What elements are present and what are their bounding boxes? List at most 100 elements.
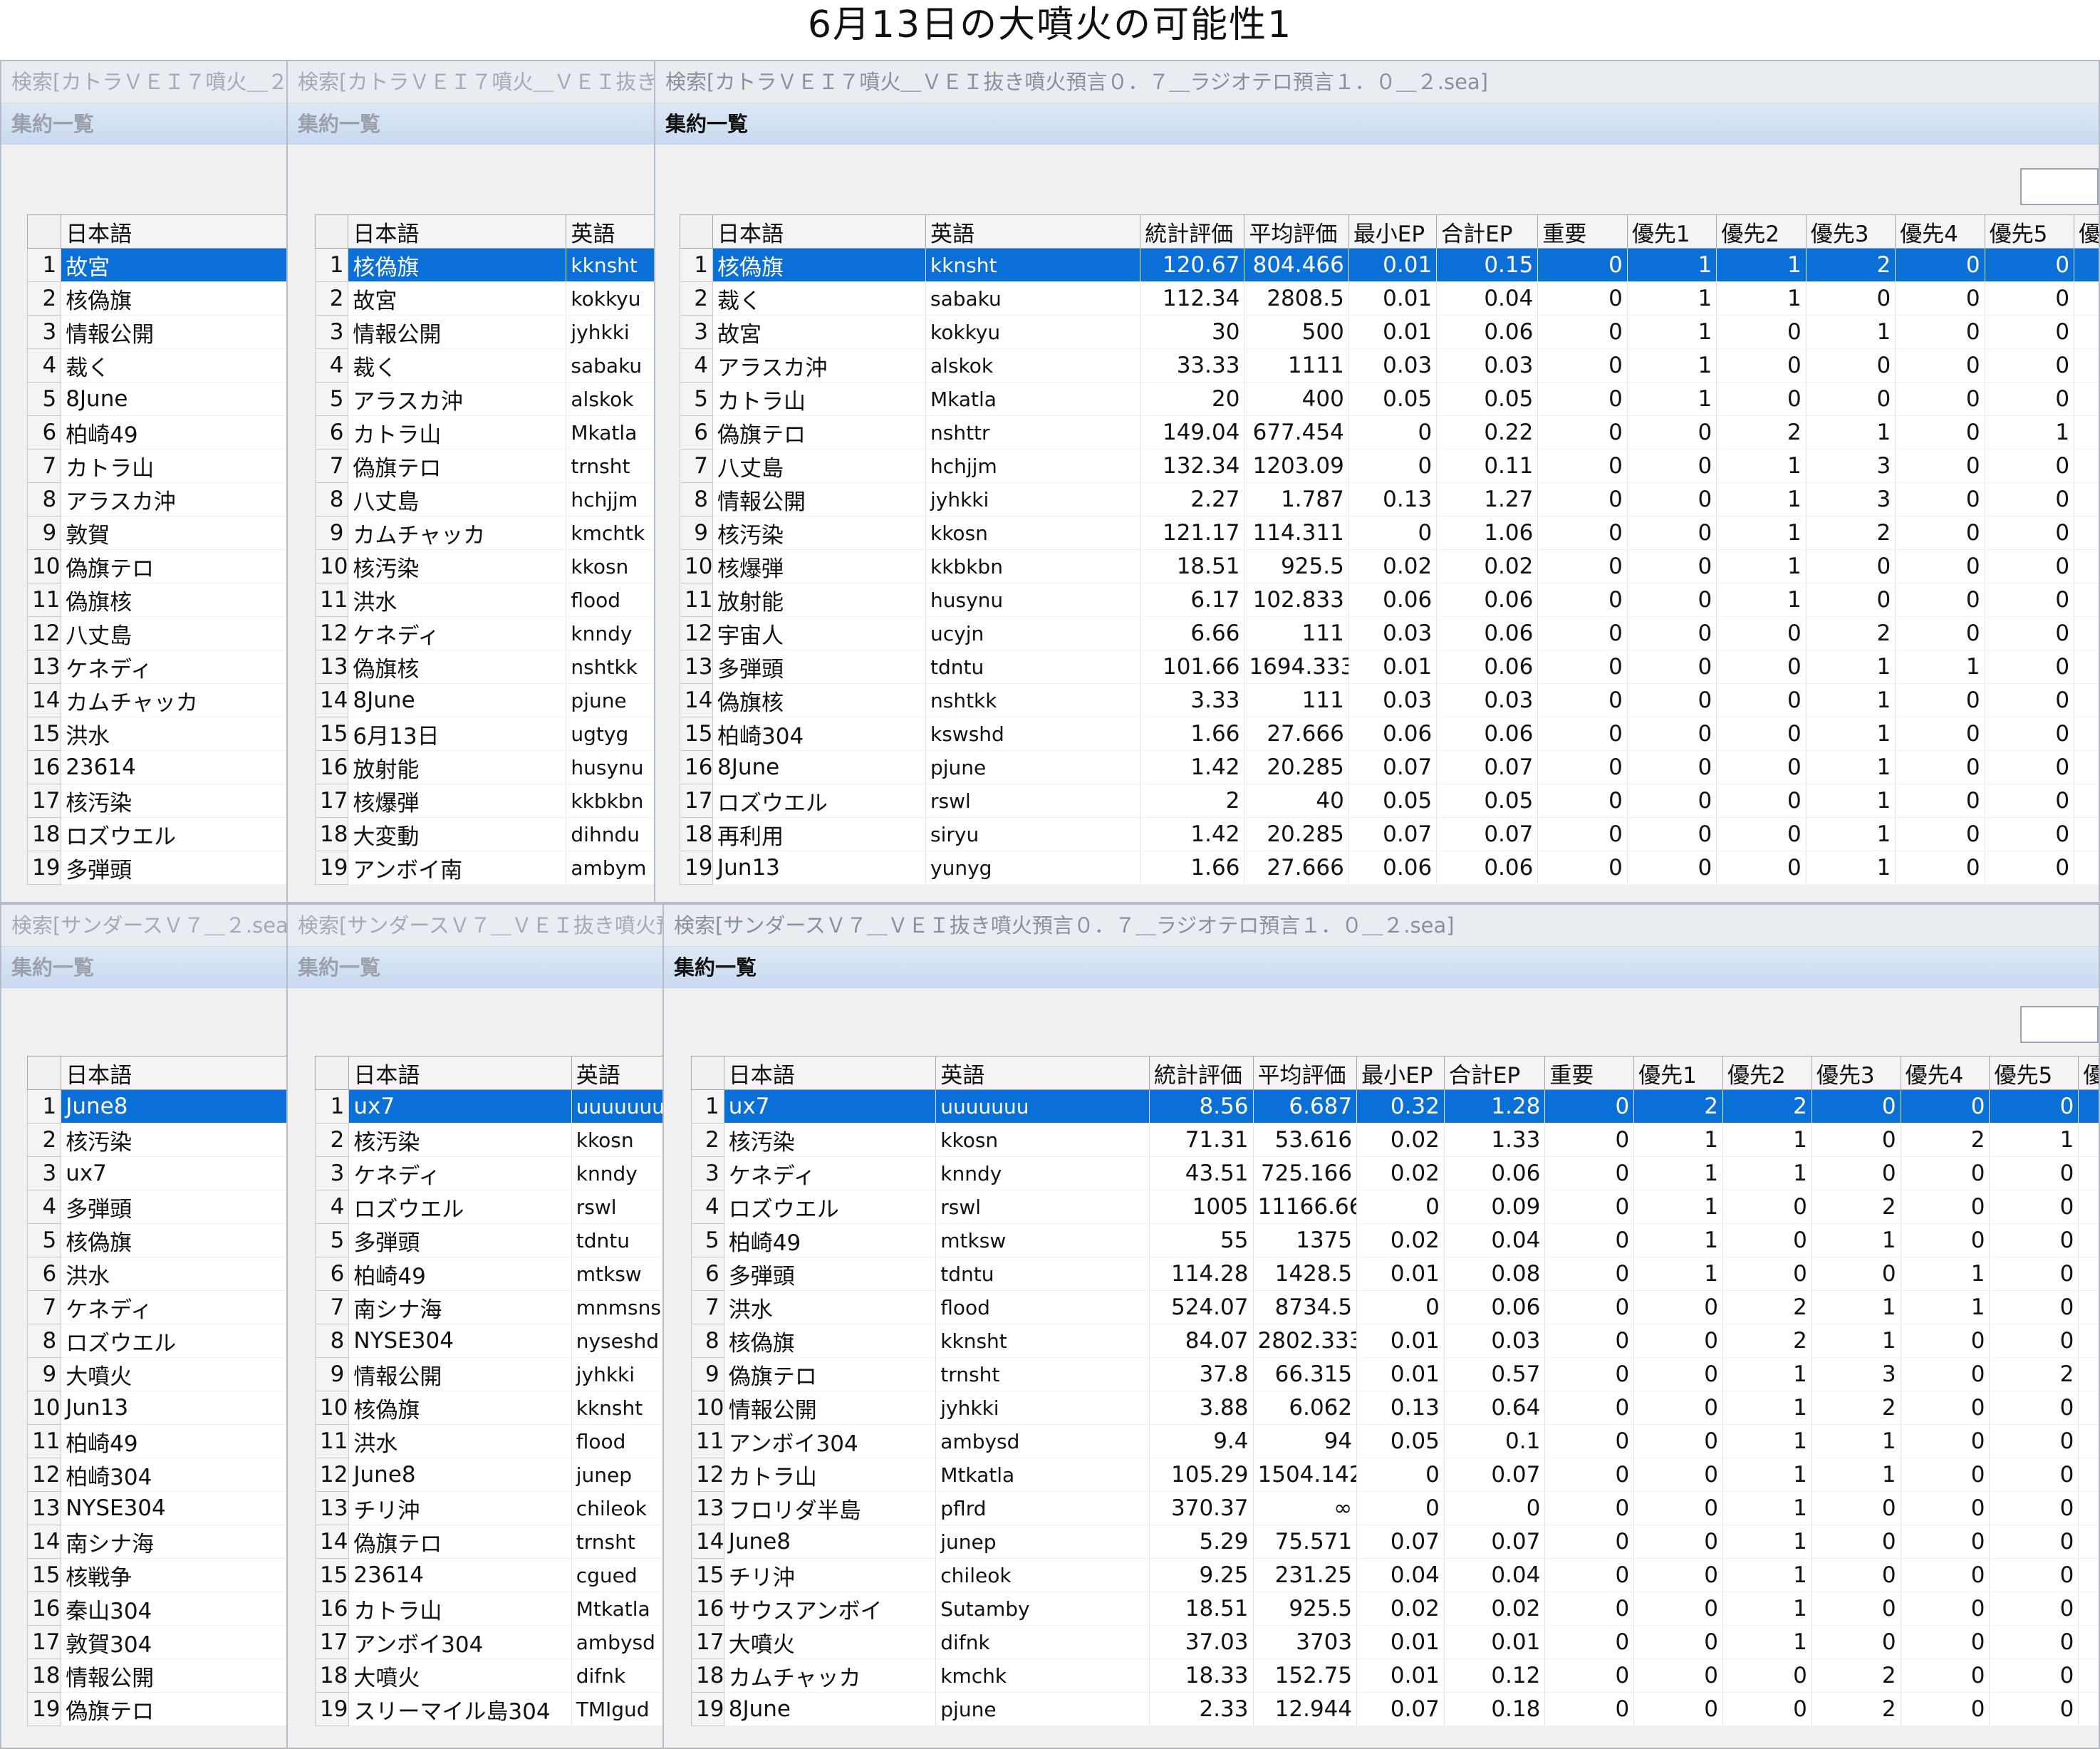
cell-important[interactable]: 0 [1537, 817, 1628, 851]
cell-priority-3[interactable]: 1 [1811, 1324, 1901, 1358]
cell-english[interactable]: husynu [925, 583, 1141, 617]
cell-priority-4[interactable]: 0 [1895, 750, 1985, 784]
cell-important[interactable]: 0 [1544, 1357, 1635, 1391]
cell-english[interactable]: alskok [566, 382, 655, 416]
cell-japanese[interactable]: 敦賀304 [61, 1625, 288, 1659]
cell-japanese[interactable]: 故宮 [61, 248, 288, 282]
cell-avg-score[interactable]: 1504.142 [1253, 1458, 1358, 1492]
table-row[interactable]: 5 核偽旗 [26, 1223, 288, 1257]
cell-min-ep[interactable]: 0.13 [1356, 1391, 1445, 1425]
cell-japanese[interactable]: 核偽旗 [61, 1223, 288, 1257]
cell-english[interactable]: Mkatla [925, 382, 1141, 416]
cell-total-ep[interactable]: 0.06 [1444, 1156, 1546, 1190]
cell-avg-score[interactable]: 102.833 [1244, 583, 1349, 617]
cell-japanese[interactable]: アンボイ304 [724, 1424, 937, 1458]
cell-english[interactable]: kmchtk [566, 516, 655, 550]
cell-japanese[interactable]: チリ沖 [348, 1491, 572, 1525]
cell-english[interactable]: kkosn [571, 1123, 664, 1157]
table-row[interactable]: 12 宇宙人 ucyjn 6.66 111 0.03 0.06 0 0 0 2 0 0 [680, 616, 2099, 650]
cell-japanese[interactable]: 核偽旗 [724, 1324, 937, 1358]
cell-japanese[interactable]: 大噴火 [348, 1659, 572, 1693]
cell-priority-4[interactable]: 0 [1901, 1458, 1990, 1492]
cell-english[interactable]: uuuuuuu [935, 1089, 1150, 1123]
table-row[interactable]: 15 柏崎304 kswshd 1.66 27.666 0.06 0.06 0 0 0 1 0 0 [680, 717, 2099, 751]
column-header-priority-4[interactable]: 優先4 [1895, 214, 1985, 249]
cell-min-ep[interactable]: 0.02 [1356, 1123, 1445, 1157]
cell-japanese[interactable]: 偽旗核 [61, 583, 288, 617]
cell-avg-score[interactable]: 53.616 [1253, 1123, 1358, 1157]
cell-stat-score[interactable]: 37.8 [1149, 1357, 1254, 1391]
cell-japanese[interactable]: 秦山304 [61, 1592, 288, 1626]
cell-priority-4[interactable]: 0 [1895, 549, 1985, 583]
table-row[interactable]: 2 核汚染 kkosn 71.31 53.616 0.02 1.33 0 1 1 0 2 1 [691, 1123, 2099, 1157]
cell-min-ep[interactable]: 0.02 [1356, 1156, 1445, 1190]
cell-english[interactable]: sabaku [566, 348, 655, 383]
cell-important[interactable]: 0 [1537, 717, 1628, 751]
cell-english[interactable]: nshtkk [566, 650, 655, 684]
table-row[interactable]: 1 核偽旗 kknsht [314, 248, 655, 282]
table-row[interactable]: 4 ロズウエル rswl [314, 1190, 664, 1224]
cell-priority-4[interactable]: 0 [1895, 415, 1985, 450]
cell-priority-4[interactable]: 0 [1895, 449, 1985, 483]
cell-priority-1[interactable]: 0 [1633, 1525, 1723, 1559]
cell-english[interactable]: nshtkk [925, 683, 1141, 717]
cell-priority-2[interactable]: 1 [1722, 1458, 1812, 1492]
cell-english[interactable]: tdntu [935, 1257, 1150, 1291]
filter-input[interactable] [2020, 168, 2099, 205]
cell-japanese[interactable]: ロズウエル [712, 784, 926, 818]
cell-japanese[interactable]: ケネディ [724, 1156, 937, 1190]
cell-priority-4[interactable]: 0 [1901, 1223, 1990, 1257]
table-row[interactable]: 15 核戦争 [26, 1558, 288, 1592]
cell-priority-4[interactable]: 2 [1901, 1123, 1990, 1157]
cell-min-ep[interactable]: 0 [1356, 1491, 1445, 1525]
cell-stat-score[interactable]: 6.17 [1140, 583, 1245, 617]
cell-important[interactable]: 0 [1537, 281, 1628, 316]
cell-priority-2[interactable]: 1 [1722, 1391, 1812, 1425]
search-window-katla-left[interactable]: 検索[カトラＶＥＩ７噴火＿２.sea] 集約一覧 日本語1故宮2核偽旗3情報公開… [0, 60, 289, 903]
cell-important[interactable]: 0 [1544, 1625, 1635, 1659]
cell-min-ep[interactable]: 0.01 [1348, 248, 1438, 282]
cell-avg-score[interactable]: 6.062 [1253, 1391, 1358, 1425]
cell-english[interactable]: kokkyu [925, 315, 1141, 349]
table-row[interactable]: 5 多弾頭 tdntu [314, 1223, 664, 1257]
cell-min-ep[interactable]: 0.02 [1356, 1592, 1445, 1626]
cell-priority-5[interactable]: 0 [1985, 750, 2075, 784]
cell-priority-1[interactable]: 1 [1627, 248, 1717, 282]
cell-total-ep[interactable]: 1.06 [1436, 516, 1539, 550]
cell-english[interactable]: kkosn [935, 1123, 1150, 1157]
cell-stat-score[interactable]: 120.67 [1140, 248, 1245, 282]
table-row[interactable]: 7 カトラ山 [26, 449, 288, 483]
cell-priority-4[interactable]: 0 [1901, 1089, 1990, 1123]
cell-priority-4[interactable]: 0 [1901, 1659, 1990, 1693]
cell-priority-2[interactable]: 1 [1722, 1424, 1812, 1458]
cell-important[interactable]: 0 [1544, 1692, 1635, 1726]
cell-priority-3[interactable]: 1 [1811, 1223, 1901, 1257]
cell-japanese[interactable]: フロリダ半島 [724, 1491, 937, 1525]
cell-priority-3[interactable]: 0 [1811, 1089, 1901, 1123]
cell-japanese[interactable]: Jun13 [712, 851, 926, 885]
table-row[interactable]: 18 情報公開 [26, 1659, 288, 1693]
column-header-japanese[interactable]: 日本語 [348, 1056, 572, 1090]
cell-priority-1[interactable]: 0 [1627, 583, 1717, 617]
cell-japanese[interactable]: 柏崎304 [61, 1458, 288, 1492]
cell-priority-4[interactable]: 0 [1895, 851, 1985, 885]
cell-avg-score[interactable]: 27.666 [1244, 851, 1349, 885]
cell-stat-score[interactable]: 37.03 [1149, 1625, 1254, 1659]
cell-english[interactable]: ambym [566, 851, 655, 885]
cell-priority-2[interactable]: 1 [1722, 1558, 1812, 1592]
cell-priority-1[interactable]: 0 [1627, 415, 1717, 450]
cell-priority-1[interactable]: 1 [1627, 281, 1717, 316]
table-row[interactable]: 4 裁く [26, 348, 288, 383]
cell-priority-3[interactable]: 0 [1811, 1558, 1901, 1592]
cell-english[interactable]: kswshd [925, 717, 1141, 751]
cell-avg-score[interactable]: 20.285 [1244, 817, 1349, 851]
cell-japanese[interactable]: 核偽旗 [348, 1391, 572, 1425]
cell-english[interactable]: chileok [571, 1491, 664, 1525]
cell-stat-score[interactable]: 1.66 [1140, 717, 1245, 751]
cell-stat-score[interactable]: 101.66 [1140, 650, 1245, 684]
cell-japanese[interactable]: 偽旗テロ [348, 449, 567, 483]
cell-total-ep[interactable]: 0.03 [1436, 683, 1539, 717]
table-row[interactable]: 9 核汚染 kkosn 121.17 114.311 0 1.06 0 0 1 2 0 0 [680, 516, 2099, 550]
column-header-english[interactable]: 英語 [566, 214, 655, 249]
cell-priority-3[interactable]: 1 [1811, 1290, 1901, 1324]
